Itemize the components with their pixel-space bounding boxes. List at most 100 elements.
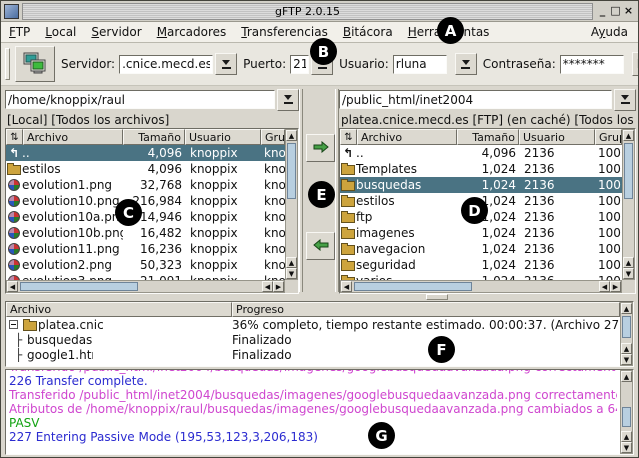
file-row[interactable]: evolution3.png21,091knoppixknoppix xyxy=(6,273,285,280)
pane-divider[interactable] xyxy=(299,89,303,292)
annotation-e: E xyxy=(308,181,335,208)
download-button[interactable] xyxy=(306,232,335,260)
server-history-dropdown[interactable] xyxy=(215,53,237,75)
size-column-header[interactable]: Tamaño xyxy=(457,129,519,145)
vertical-scrollbar[interactable]: ▲ ▲ ▼ xyxy=(620,302,633,366)
user-column-header[interactable]: Usuario xyxy=(519,129,595,145)
file-row[interactable]: navegacion1,0242136100 xyxy=(340,241,622,257)
horizontal-scrollbar[interactable]: ◀ ◀ ▶ xyxy=(6,280,285,293)
user-column-header[interactable]: Usuario xyxy=(185,129,261,145)
file-size: 50,323 xyxy=(123,258,184,272)
remote-path-dropdown[interactable] xyxy=(614,89,636,111)
scroll-up-button[interactable]: ▲ xyxy=(621,343,632,354)
paned-grip[interactable] xyxy=(426,294,448,300)
scroll-up-button[interactable]: ▲ xyxy=(621,371,632,382)
scroll-left-button[interactable]: ◀ xyxy=(341,281,352,292)
file-row[interactable]: evolution10.png216,984knoppixknoppix xyxy=(6,193,285,209)
paned-handle[interactable] xyxy=(5,294,634,301)
folder-icon xyxy=(340,243,356,255)
menu-ayuda[interactable]: Ayuda xyxy=(591,25,628,39)
file-row[interactable]: ..4,0962136100 xyxy=(340,145,622,161)
close-button[interactable]: × xyxy=(622,2,635,20)
file-row[interactable]: busquedas1,0242136100 xyxy=(340,177,622,193)
remote-path-input[interactable] xyxy=(339,90,612,109)
local-path-input[interactable] xyxy=(5,90,275,109)
file-row[interactable]: ..4,096knoppixknoppix xyxy=(6,145,285,161)
port-input[interactable] xyxy=(290,55,309,74)
maximize-button[interactable]: □ xyxy=(609,2,622,20)
title-bar[interactable]: gFTP 2.0.15 _ □ × xyxy=(1,1,638,22)
scroll-up-button[interactable]: ▲ xyxy=(623,130,634,141)
queue-row[interactable]: ├busquedasFinalizado xyxy=(6,332,620,347)
queue-file-column-header[interactable]: Archivo xyxy=(6,302,232,317)
file-row[interactable]: evolution1.png32,768knoppixknoppix xyxy=(6,177,285,193)
updir-icon xyxy=(340,146,356,160)
file-column-header[interactable]: Archivo xyxy=(23,129,123,145)
file-user: knoppix xyxy=(184,178,260,192)
scroll-right-button[interactable]: ▶ xyxy=(610,281,621,292)
scrollbar-thumb[interactable] xyxy=(287,143,296,199)
password-input[interactable] xyxy=(560,55,624,74)
menu-local[interactable]: Local xyxy=(45,25,76,39)
scroll-down-button[interactable]: ▼ xyxy=(621,442,632,453)
local-path-dropdown[interactable] xyxy=(277,89,299,111)
scroll-up-button[interactable]: ▲ xyxy=(621,431,632,442)
scrollbar-thumb[interactable] xyxy=(20,282,138,291)
vertical-scrollbar[interactable]: ▲ ▲ ▼ xyxy=(285,129,298,280)
server-input[interactable] xyxy=(119,55,213,74)
menu-marcadores[interactable]: Marcadores xyxy=(157,25,227,39)
title-strip[interactable]: gFTP 2.0.15 xyxy=(22,3,593,20)
file-row[interactable]: Templates1,0242136100 xyxy=(340,161,622,177)
upload-button[interactable] xyxy=(306,134,335,162)
scrollbar-thumb[interactable] xyxy=(624,143,633,199)
vertical-scrollbar[interactable]: ▲ ▲ ▼ xyxy=(622,129,635,280)
file-column-header[interactable]: Archivo xyxy=(357,129,457,145)
file-row[interactable]: evolution10a.png14,946knoppixknoppix xyxy=(6,209,285,225)
size-column-header[interactable]: Tamaño xyxy=(123,129,185,145)
scroll-up-button[interactable]: ▲ xyxy=(286,257,297,268)
scroll-down-button[interactable]: ▼ xyxy=(623,268,634,279)
file-row[interactable]: evolution2.png50,323knoppixknoppix xyxy=(6,257,285,273)
minimize-button[interactable]: _ xyxy=(596,2,609,20)
protocol-select[interactable]: FTP xyxy=(632,52,639,76)
window-icon[interactable] xyxy=(4,4,19,19)
file-row[interactable]: seguridad1,0242136100 xyxy=(340,257,622,273)
scroll-up-button[interactable]: ▲ xyxy=(621,303,632,314)
collapse-icon[interactable] xyxy=(9,320,18,329)
sort-column-header[interactable]: ⇅ xyxy=(6,129,23,145)
group-column-header[interactable]: Grupo xyxy=(595,129,622,145)
file-row[interactable]: estilos4,096knoppixknoppix xyxy=(6,161,285,177)
connect-button[interactable] xyxy=(15,46,55,82)
scroll-right-button[interactable]: ▶ xyxy=(273,281,284,292)
file-row[interactable]: evolution10b.png16,482knoppixknoppix xyxy=(6,225,285,241)
user-history-dropdown[interactable] xyxy=(455,53,477,75)
queue-row[interactable]: platea.cnice.mecd.es36% completo, tiempo… xyxy=(6,317,620,332)
menu-transferencias[interactable]: Transferencias xyxy=(241,25,328,39)
log-lines: Transferido /public_html/inet2004/busque… xyxy=(9,370,617,454)
file-row[interactable]: varios1,0242136100 xyxy=(340,273,622,280)
sort-column-header[interactable]: ⇅ xyxy=(340,129,357,145)
file-name: seguridad xyxy=(356,258,457,272)
scroll-left-button[interactable]: ◀ xyxy=(599,281,610,292)
toolbar-grip[interactable] xyxy=(5,48,10,80)
scrollbar-thumb[interactable] xyxy=(354,282,472,291)
user-input[interactable] xyxy=(393,55,447,74)
scroll-up-button[interactable]: ▲ xyxy=(623,257,634,268)
scroll-down-button[interactable]: ▼ xyxy=(621,354,632,365)
file-row[interactable]: imagenes1,0242136100 xyxy=(340,225,622,241)
horizontal-scrollbar[interactable]: ◀ ◀ ▶ xyxy=(340,280,622,293)
scrollbar-thumb[interactable] xyxy=(622,316,631,338)
queue-progress-column-header[interactable]: Progreso xyxy=(232,302,620,317)
scrollbar-thumb[interactable] xyxy=(622,407,631,427)
file-row[interactable]: evolution11.png16,236knoppixknoppix xyxy=(6,241,285,257)
group-column-header[interactable]: Grupo xyxy=(261,129,285,145)
scroll-up-button[interactable]: ▲ xyxy=(286,130,297,141)
menu-servidor[interactable]: Servidor xyxy=(91,25,141,39)
queue-row[interactable]: ├google1.htmFinalizado xyxy=(6,347,620,362)
menu-bitácora[interactable]: Bitácora xyxy=(343,25,393,39)
scroll-left-button[interactable]: ◀ xyxy=(7,281,18,292)
vertical-scrollbar[interactable]: ▲ ▲ ▼ xyxy=(620,370,633,454)
scroll-left-button[interactable]: ◀ xyxy=(262,281,273,292)
menu-ftp[interactable]: FTP xyxy=(9,25,30,39)
scroll-down-button[interactable]: ▼ xyxy=(286,268,297,279)
